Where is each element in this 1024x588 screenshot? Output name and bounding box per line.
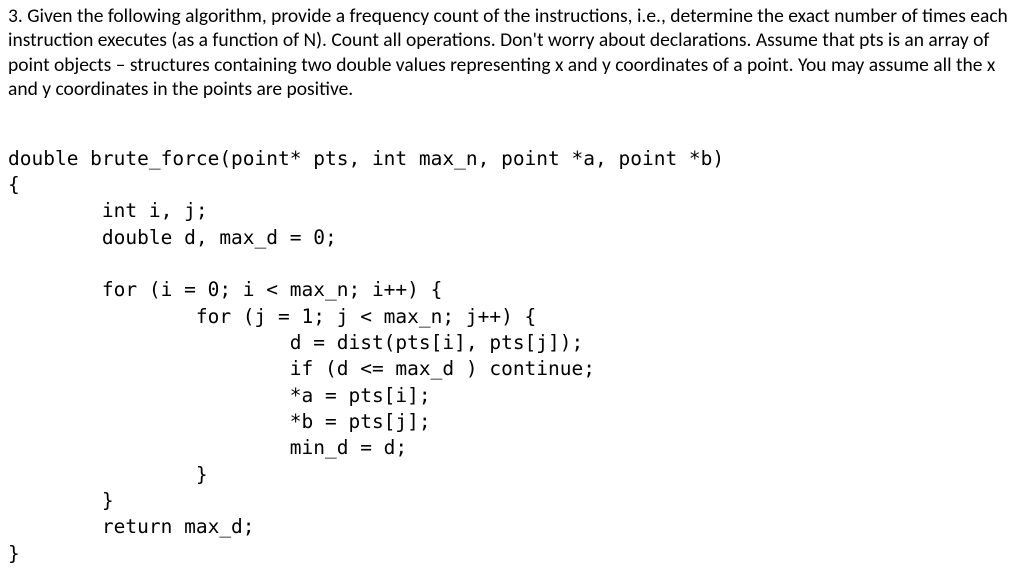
code-line: double brute_force(point* pts, int max_n… — [8, 147, 724, 170]
code-line: { — [8, 173, 20, 196]
code-line: return max_d; — [8, 515, 255, 538]
code-line: *a = pts[i]; — [8, 384, 431, 407]
code-line: *b = pts[j]; — [8, 410, 431, 433]
code-line: d = dist(pts[i], pts[j]); — [8, 331, 583, 354]
code-line: } — [8, 463, 208, 486]
code-line: } — [8, 489, 114, 512]
question-text: 3. Given the following algorithm, provid… — [8, 4, 1016, 102]
code-line: int i, j; — [8, 199, 208, 222]
code-line: } — [8, 542, 20, 565]
code-line: min_d = d; — [8, 436, 407, 459]
code-line: double d, max_d = 0; — [8, 226, 337, 249]
code-line: for (i = 0; i < max_n; i++) { — [8, 278, 442, 301]
code-line: if (d <= max_d ) continue; — [8, 357, 595, 380]
code-block: double brute_force(point* pts, int max_n… — [8, 120, 1016, 567]
code-line: for (j = 1; j < max_n; j++) { — [8, 305, 536, 328]
